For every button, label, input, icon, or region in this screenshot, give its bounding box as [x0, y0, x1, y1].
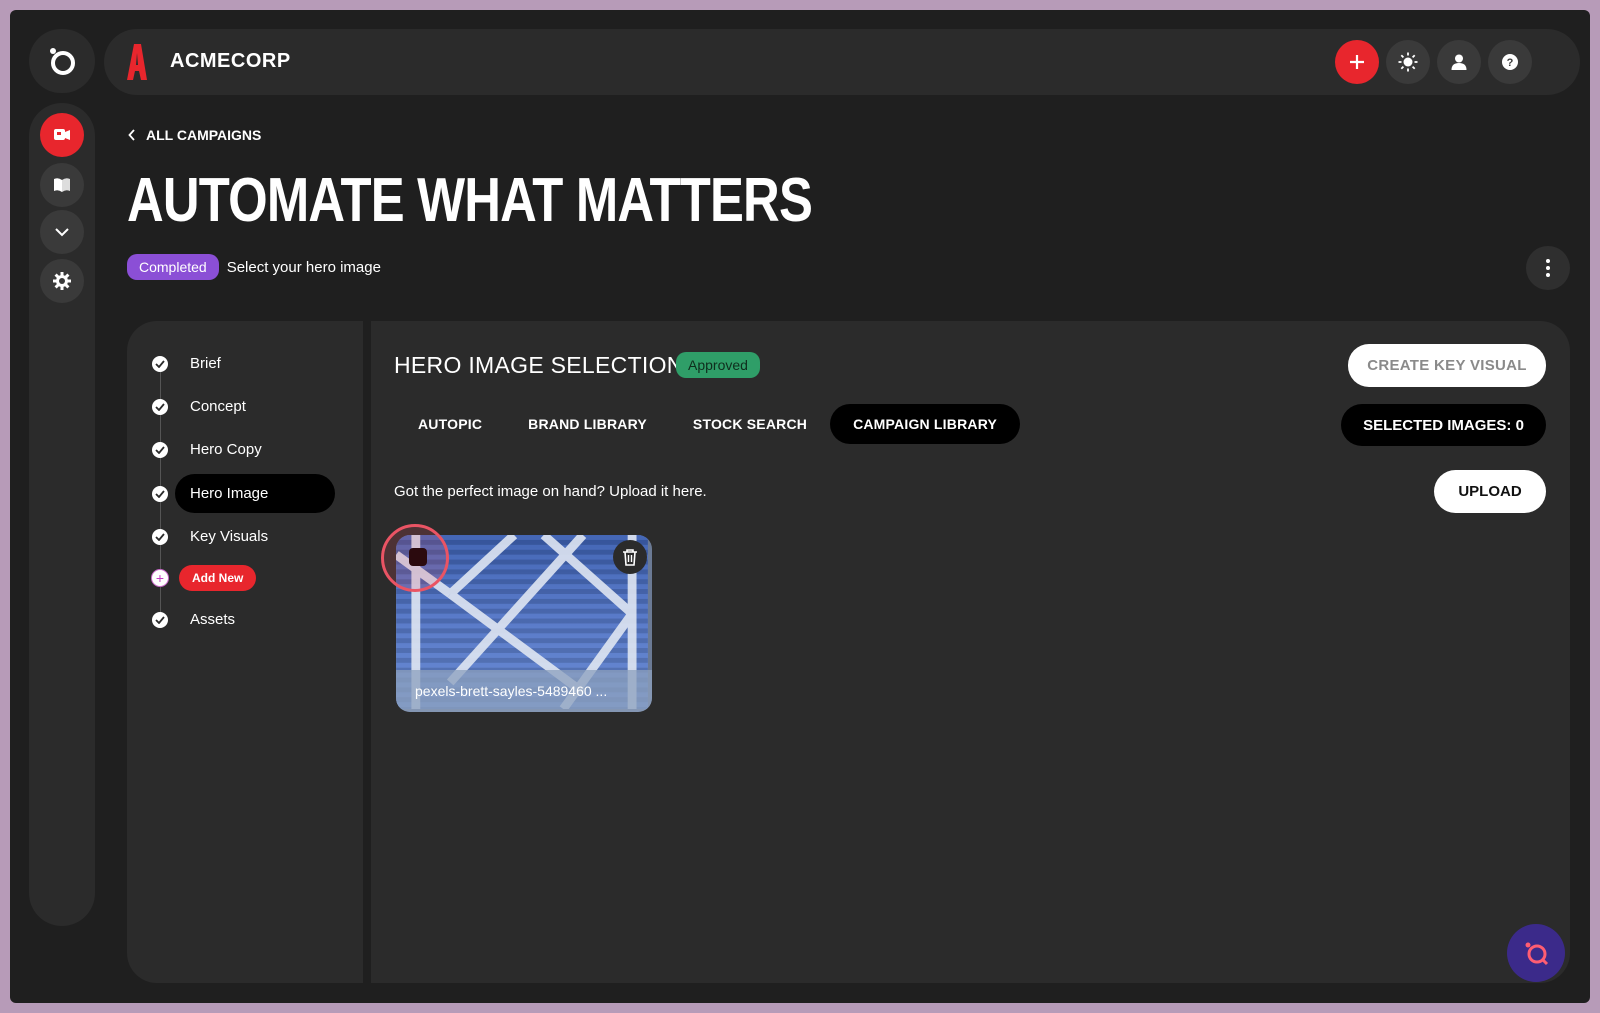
- trash-icon: [623, 549, 637, 566]
- tab-stock-search[interactable]: STOCK SEARCH: [670, 404, 830, 444]
- tab-campaign-library[interactable]: CAMPAIGN LIBRARY: [830, 404, 1021, 444]
- upload-button[interactable]: UPLOAD: [1434, 470, 1546, 513]
- chevron-left-icon: [128, 129, 135, 141]
- step-label: Concept: [190, 398, 246, 415]
- step-brief[interactable]: Brief: [152, 355, 221, 372]
- kebab-icon: [1546, 259, 1550, 277]
- user-icon: [1451, 54, 1467, 70]
- steps-panel: [127, 321, 363, 983]
- step-label: Hero Copy: [190, 441, 262, 458]
- campaigns-nav-button[interactable]: [40, 113, 84, 157]
- plus-circle-icon: +: [151, 569, 169, 587]
- create-key-visual-button[interactable]: CREATE KEY VISUAL: [1348, 344, 1546, 387]
- step-label: Brief: [190, 355, 221, 372]
- check-icon: [152, 441, 168, 458]
- status-badge: Completed: [127, 254, 219, 280]
- chat-assistant-button[interactable]: [1507, 924, 1565, 982]
- breadcrumb-label: ALL CAMPAIGNS: [146, 127, 262, 143]
- image-select-checkbox[interactable]: [409, 548, 427, 566]
- chat-icon: [1525, 942, 1549, 966]
- step-assets[interactable]: Assets: [152, 611, 235, 628]
- theme-toggle-button[interactable]: [1386, 40, 1430, 84]
- step-label: Hero Image: [175, 474, 335, 513]
- top-bar: ACMECORP ?: [104, 29, 1580, 95]
- book-icon: [54, 178, 70, 192]
- check-icon: [152, 355, 168, 372]
- svg-text:?: ?: [1507, 57, 1514, 69]
- brand-name: ACMECORP: [170, 50, 291, 72]
- tab-autopic[interactable]: AUTOPIC: [395, 404, 505, 444]
- check-icon: [152, 398, 168, 415]
- sun-icon: [1398, 52, 1418, 72]
- step-label: Key Visuals: [190, 528, 269, 545]
- step-key-visuals[interactable]: Key Visuals: [152, 528, 268, 545]
- app-logo[interactable]: [29, 29, 95, 93]
- help-button[interactable]: ?: [1488, 40, 1532, 84]
- profile-button[interactable]: [1437, 40, 1481, 84]
- status-text: Select your hero image: [226, 258, 381, 276]
- step-hero-copy[interactable]: Hero Copy: [152, 441, 262, 458]
- plus-icon: [1350, 55, 1364, 69]
- campaign-icon: [54, 129, 70, 140]
- brand-logo: [126, 43, 148, 86]
- logo-icon: [50, 48, 75, 75]
- image-caption: pexels-brett-sayles-5489460 ...: [396, 670, 652, 712]
- selected-images-count[interactable]: SELECTED IMAGES: 0: [1341, 404, 1546, 446]
- add-new-button[interactable]: Add New: [179, 565, 257, 591]
- upload-hint: Got the perfect image on hand? Upload it…: [394, 483, 707, 500]
- section-title: HERO IMAGE SELECTION: [394, 352, 684, 378]
- chevron-down-icon: [55, 228, 69, 237]
- step-hero-image[interactable]: Hero Image: [152, 474, 335, 513]
- more-options-button[interactable]: [1526, 246, 1570, 290]
- step-add-new[interactable]: + Add New: [151, 565, 257, 591]
- settings-nav-button[interactable]: [40, 259, 84, 303]
- create-button[interactable]: [1335, 40, 1379, 84]
- status-row: Completed Select your hero image: [127, 254, 381, 280]
- step-label: Assets: [190, 611, 236, 628]
- brand-logo-icon: [127, 44, 147, 80]
- delete-image-button[interactable]: [613, 540, 647, 574]
- library-nav-button[interactable]: [40, 163, 84, 207]
- breadcrumb[interactable]: ALL CAMPAIGNS: [128, 127, 261, 143]
- source-tabs: AUTOPIC BRAND LIBRARY STOCK SEARCH CAMPA…: [395, 404, 1021, 444]
- gear-icon: [53, 272, 71, 290]
- expand-nav-button[interactable]: [40, 210, 84, 254]
- check-icon: [152, 528, 168, 545]
- step-concept[interactable]: Concept: [152, 398, 246, 415]
- tab-brand-library[interactable]: BRAND LIBRARY: [505, 404, 670, 444]
- help-icon: ?: [1502, 54, 1518, 70]
- approved-badge: Approved: [676, 352, 760, 378]
- page-title: AUTOMATE WHAT MATTERS: [127, 166, 813, 235]
- check-icon: [152, 485, 168, 502]
- check-icon: [152, 611, 168, 628]
- left-rail: [29, 103, 95, 926]
